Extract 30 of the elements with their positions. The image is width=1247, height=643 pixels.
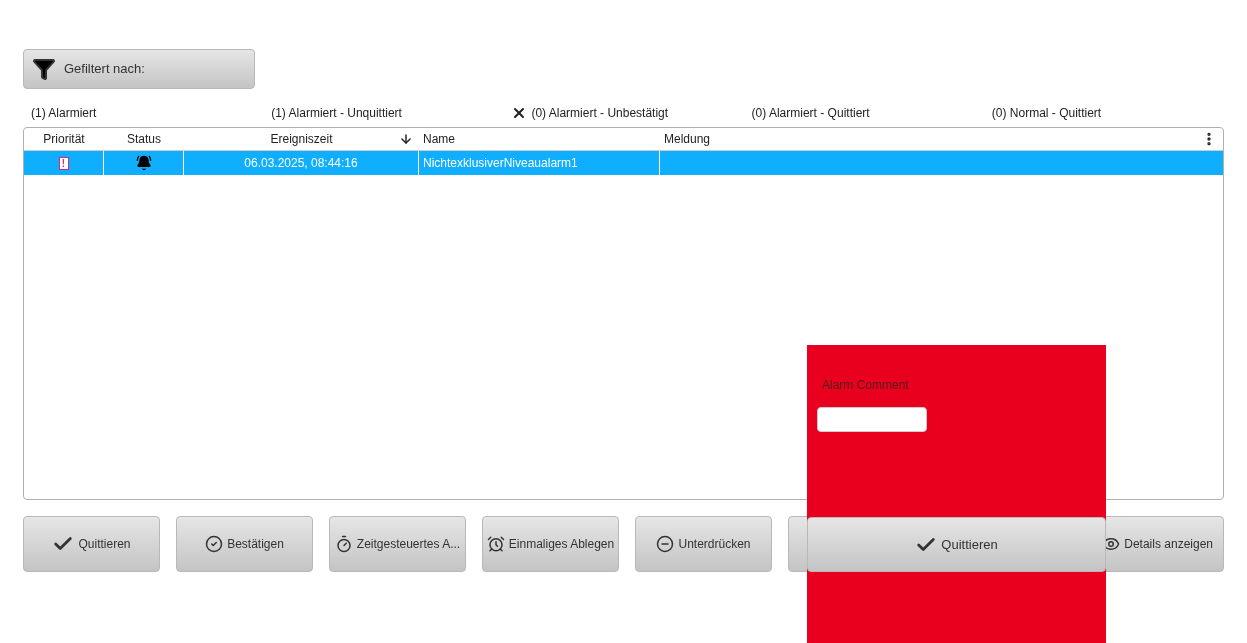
- table-cell-text: NichtexklusiverNiveaualarm1: [423, 155, 578, 172]
- action-button[interactable]: Einmaliges Ablegen: [482, 516, 619, 572]
- column-header[interactable]: Status: [127, 130, 161, 148]
- table-cell-text: 06.03.2025, 08:44:16: [244, 155, 358, 172]
- table-row[interactable]: ! 06.03.2025, 08:44:16 NichtexklusiverNiveaualarm1: [24, 151, 1223, 175]
- filter-label[interactable]: (1) Alarmiert: [31, 104, 97, 122]
- popup-label: Alarm Comment: [822, 377, 910, 394]
- column-header[interactable]: Ereigniszeit: [270, 130, 333, 148]
- comment-input[interactable]: [817, 407, 927, 432]
- column-header[interactable]: Priorität: [43, 130, 85, 148]
- filter-icon: [32, 57, 56, 81]
- column-header[interactable]: Meldung: [664, 130, 711, 148]
- filter-label[interactable]: (0) Alarmiert - Quittiert: [751, 104, 870, 122]
- alarm-icon: [486, 535, 505, 553]
- priority-badge: !: [58, 156, 69, 170]
- bell-icon: [135, 155, 152, 171]
- action-button[interactable]: Zeitgesteuertes A...: [329, 516, 466, 572]
- action-button[interactable]: Bestätigen: [176, 516, 313, 572]
- filter-label[interactable]: (0) Normal - Quittiert: [991, 104, 1102, 122]
- action-button[interactable]: Quittieren: [23, 516, 160, 572]
- action-button[interactable]: Unterdrücken: [635, 516, 772, 572]
- column-header[interactable]: Name: [423, 130, 455, 148]
- check-circle-icon: [205, 535, 224, 553]
- sort-arrow-icon[interactable]: [399, 132, 413, 146]
- timer-icon: [334, 535, 353, 553]
- minus-circle-icon: [656, 535, 675, 553]
- filter-label[interactable]: (1) Alarmiert - Unquittiert: [271, 104, 402, 122]
- acknowledge-button[interactable]: Quittieren: [807, 517, 1106, 572]
- filter-label[interactable]: (0) Alarmiert - Unbestätigt: [531, 104, 669, 122]
- filter-button[interactable]: Gefiltert nach:: [23, 49, 255, 89]
